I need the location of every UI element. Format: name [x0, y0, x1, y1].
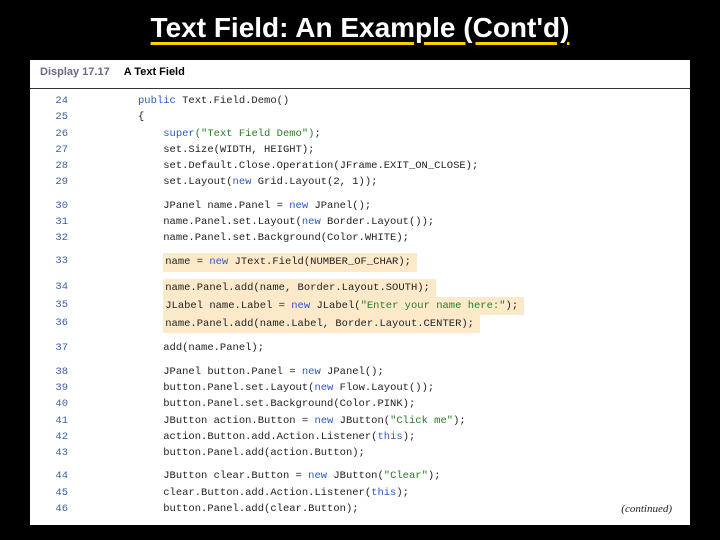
code-panel: Display 17.17 A Text Field 24public Text…: [30, 60, 690, 525]
code-line: 41 JButton action.Button = new JButton("…: [40, 413, 690, 429]
code-line: 39 button.Panel.set.Layout(new Flow.Layo…: [40, 380, 690, 396]
line-number: 35: [40, 297, 68, 315]
code-line: 43 button.Panel.add(action.Button);: [40, 445, 690, 461]
line-number: 31: [40, 214, 68, 230]
code-line: 33 name = new JText.Field(NUMBER_OF_CHAR…: [40, 253, 690, 271]
code-line: 31 name.Panel.set.Layout(new Border.Layo…: [40, 214, 690, 230]
title-wrap: Text Field: An Example (Cont'd): [0, 0, 720, 52]
code-line: 32 name.Panel.set.Background(Color.WHITE…: [40, 230, 690, 246]
code-line: 24public Text.Field.Demo(): [40, 93, 690, 109]
highlight: JLabel name.Label = new JLabel("Enter yo…: [163, 297, 524, 315]
code-line: 45 clear.Button.add.Action.Listener(this…: [40, 485, 690, 501]
code-line: 38 JPanel button.Panel = new JPanel();: [40, 364, 690, 380]
display-caption: A Text Field: [124, 66, 185, 78]
code-line: 46 button.Panel.add(clear.Button);: [40, 501, 690, 517]
code-line: 29 set.Layout(new Grid.Layout(2, 1));: [40, 174, 690, 190]
line-number: 46: [40, 501, 68, 517]
highlight: name.Panel.add(name, Border.Layout.SOUTH…: [163, 279, 436, 297]
line-number: 40: [40, 396, 68, 412]
code-line: 28 set.Default.Close.Operation(JFrame.EX…: [40, 158, 690, 174]
code-line: 27 set.Size(WIDTH, HEIGHT);: [40, 142, 690, 158]
code-line: 30 JPanel name.Panel = new JPanel();: [40, 198, 690, 214]
line-number: 44: [40, 468, 68, 484]
highlight: name = new JText.Field(NUMBER_OF_CHAR);: [163, 253, 417, 271]
code-area: 24public Text.Field.Demo() 25{ 26 super(…: [30, 89, 690, 517]
line-number: 24: [40, 93, 68, 109]
line-number: 38: [40, 364, 68, 380]
highlight: name.Panel.add(name.Label, Border.Layout…: [163, 315, 480, 333]
line-number: 42: [40, 429, 68, 445]
code-line: 34 name.Panel.add(name, Border.Layout.SO…: [40, 279, 690, 297]
display-label: Display 17.17: [40, 66, 110, 78]
line-number: 26: [40, 126, 68, 142]
line-number: 43: [40, 445, 68, 461]
slide-title: Text Field: An Example (Cont'd): [30, 12, 690, 44]
code-line: 37 add(name.Panel);: [40, 340, 690, 356]
line-number: 27: [40, 142, 68, 158]
code-line: 40 button.Panel.set.Background(Color.PIN…: [40, 396, 690, 412]
line-number: 30: [40, 198, 68, 214]
line-number: 25: [40, 109, 68, 125]
slide: Text Field: An Example (Cont'd) Display …: [0, 0, 720, 540]
code-line: 36 name.Panel.add(name.Label, Border.Lay…: [40, 315, 690, 333]
line-number: 29: [40, 174, 68, 190]
code-line: 44 JButton clear.Button = new JButton("C…: [40, 468, 690, 484]
code-header: Display 17.17 A Text Field: [30, 60, 690, 89]
code-line: 25{: [40, 109, 690, 125]
line-number: 39: [40, 380, 68, 396]
line-number: 33: [40, 253, 68, 271]
line-number: 28: [40, 158, 68, 174]
line-number: 32: [40, 230, 68, 246]
line-number: 34: [40, 279, 68, 297]
continued-label: (continued): [621, 503, 672, 515]
code-line: 26 super("Text Field Demo");: [40, 126, 690, 142]
line-number: 45: [40, 485, 68, 501]
code-line: 35 JLabel name.Label = new JLabel("Enter…: [40, 297, 690, 315]
line-number: 41: [40, 413, 68, 429]
line-number: 36: [40, 315, 68, 333]
line-number: 37: [40, 340, 68, 356]
code-line: 42 action.Button.add.Action.Listener(thi…: [40, 429, 690, 445]
